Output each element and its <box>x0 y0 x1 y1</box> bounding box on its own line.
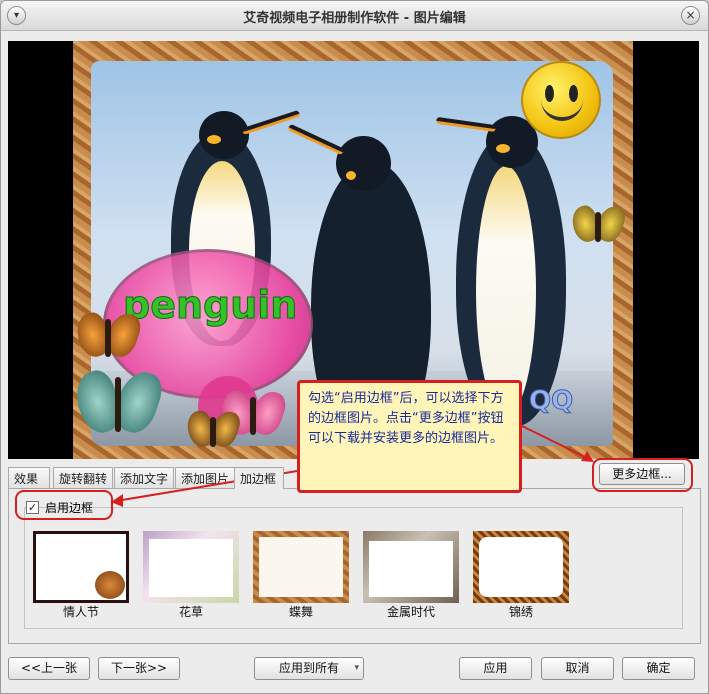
apply-to-all-label: 应用到所有 <box>278 661 339 675</box>
frame-label: 花草 <box>178 605 203 619</box>
tab-add-border[interactable]: 加边框 <box>234 467 284 489</box>
prev-image-button[interactable]: <<上一张 <box>8 657 90 680</box>
tab-rotate-flip[interactable]: 旋转翻转 <box>53 467 113 488</box>
close-icon: × <box>685 8 696 22</box>
image-edit-window: ▾ 艾奇视频电子相册制作软件 - 图片编辑 × penguin QQ 效果 旋转… <box>0 0 709 694</box>
butterfly-yellow-icon <box>568 203 628 246</box>
apply-button[interactable]: 应用 <box>459 657 532 680</box>
ok-button[interactable]: 确定 <box>622 657 695 680</box>
butterfly-teal-icon <box>73 366 167 441</box>
apply-to-all-button[interactable]: 应用到所有 ▾ <box>254 657 364 680</box>
more-frames-highlight-ring <box>592 458 693 492</box>
frame-thumb-valentine[interactable]: 情人节 <box>33 531 129 619</box>
close-button[interactable]: × <box>681 6 700 25</box>
penguin-right <box>435 106 576 426</box>
title-bar: ▾ 艾奇视频电子相册制作软件 - 图片编辑 × <box>1 1 708 31</box>
tab-add-image[interactable]: 添加图片 <box>175 467 235 488</box>
frame-thumb-flowers[interactable]: 花草 <box>143 531 239 619</box>
butterfly-brown-icon <box>183 408 243 451</box>
dropdown-arrow-icon[interactable]: ▾ <box>354 658 359 679</box>
help-callout: 勾选“启用边框”后，可以选择下方的边框图片。点击“更多边框”按钮可以下载并安装更… <box>297 380 522 493</box>
cancel-button[interactable]: 取消 <box>541 657 614 680</box>
frame-label: 情人节 <box>62 605 99 619</box>
next-image-button[interactable]: 下一张>> <box>98 657 180 680</box>
tab-effects[interactable]: 效果 <box>8 467 50 488</box>
watermark-text: QQ <box>528 386 574 417</box>
frame-thumb-brocade[interactable]: 锦绣 <box>473 531 569 619</box>
tab-add-text[interactable]: 添加文字 <box>114 467 174 488</box>
butterfly-orange-icon <box>73 309 145 363</box>
checkbox-highlight-ring <box>15 490 113 520</box>
smiley-face-sticker <box>521 61 601 139</box>
window-title: 艾奇视频电子相册制作软件 - 图片编辑 <box>243 11 466 26</box>
frame-thumb-metal-age[interactable]: 金属时代 <box>363 531 459 619</box>
frame-label: 蝶舞 <box>288 605 313 619</box>
frame-label: 金属时代 <box>386 605 435 619</box>
bubble-text: penguin <box>123 283 298 328</box>
frame-thumb-butterfly[interactable]: 蝶舞 <box>253 531 349 619</box>
frame-label: 锦绣 <box>508 605 533 619</box>
